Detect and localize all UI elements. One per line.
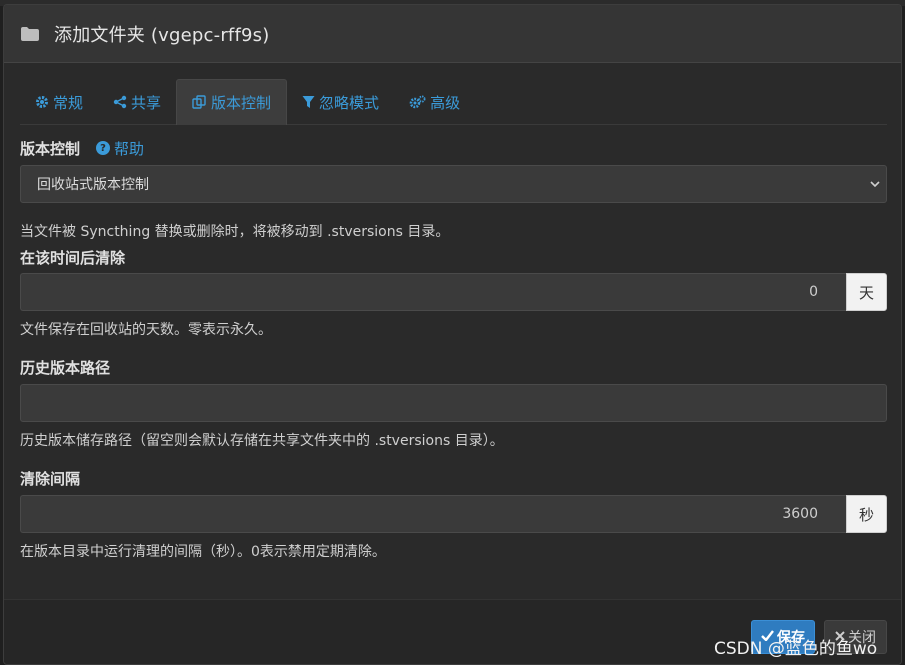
copy-icon bbox=[192, 95, 207, 110]
add-folder-modal: 添加文件夹 (vgepc-rff9s) 常规 共享 版本控制 忽略模式 高级 版… bbox=[3, 4, 902, 665]
tab-label: 版本控制 bbox=[211, 94, 272, 112]
versioning-label: 版本控制 bbox=[20, 139, 81, 158]
folder-icon bbox=[20, 26, 40, 42]
versioning-label-row: 版本控制 ? 帮助 bbox=[20, 137, 887, 159]
tab-label: 共享 bbox=[131, 93, 162, 112]
tab-label: 忽略模式 bbox=[319, 93, 380, 112]
versioning-type-select[interactable]: 回收站式版本控制 bbox=[20, 165, 887, 203]
versioning-description: 当文件被 Syncthing 替换或删除时，将被移动到 .stversions … bbox=[20, 224, 450, 240]
cleanout-days-input[interactable]: 0 bbox=[20, 273, 846, 311]
path-label: 历史版本路径 bbox=[20, 359, 111, 377]
tab-bar: 常规 共享 版本控制 忽略模式 高级 bbox=[20, 79, 887, 125]
chevron-down-icon bbox=[870, 177, 880, 191]
help-link[interactable]: ? 帮助 bbox=[96, 138, 144, 159]
modal-header: 添加文件夹 (vgepc-rff9s) bbox=[4, 5, 901, 63]
cleanup-interval-input[interactable]: 3600 bbox=[20, 495, 846, 533]
versioning-type-value: 回收站式版本控制 bbox=[37, 177, 149, 193]
tab-ignore-patterns[interactable]: 忽略模式 bbox=[287, 79, 394, 125]
seconds-unit-addon: 秒 bbox=[846, 495, 887, 533]
help-label: 帮助 bbox=[114, 139, 145, 158]
interval-label: 清除间隔 bbox=[20, 470, 81, 488]
path-help: 历史版本储存路径（留空则会默认存储在共享文件夹中的 .stversions 目录… bbox=[20, 433, 504, 449]
gear-icon bbox=[35, 95, 49, 109]
filter-icon bbox=[302, 95, 315, 109]
question-circle-icon: ? bbox=[96, 141, 111, 155]
cleanout-label: 在该时间后清除 bbox=[20, 249, 126, 267]
share-icon bbox=[113, 95, 127, 109]
interval-help: 在版本目录中运行清理的间隔（秒）。0表示禁用定期清除。 bbox=[20, 544, 386, 560]
modal-title: 添加文件夹 (vgepc-rff9s) bbox=[54, 24, 270, 46]
tab-label: 常规 bbox=[53, 93, 84, 112]
tab-versioning[interactable]: 版本控制 bbox=[176, 79, 288, 125]
modal-body: 常规 共享 版本控制 忽略模式 高级 版本控制 ? 帮助 回收站式版本控制 当文… bbox=[4, 79, 901, 561]
versions-path-input[interactable] bbox=[20, 384, 887, 422]
gears-icon bbox=[409, 95, 426, 109]
days-unit-addon: 天 bbox=[846, 273, 887, 311]
interval-input-group: 3600 秒 bbox=[20, 495, 887, 533]
tab-sharing[interactable]: 共享 bbox=[98, 79, 176, 125]
tab-label: 高级 bbox=[430, 93, 461, 112]
cleanout-help: 文件保存在回收站的天数。零表示永久。 bbox=[20, 322, 272, 338]
csdn-watermark: CSDN @蓝色的鱼wo bbox=[714, 639, 878, 659]
cleanout-input-group: 0 天 bbox=[20, 273, 887, 311]
tab-advanced[interactable]: 高级 bbox=[394, 79, 475, 125]
tab-general[interactable]: 常规 bbox=[20, 79, 98, 125]
